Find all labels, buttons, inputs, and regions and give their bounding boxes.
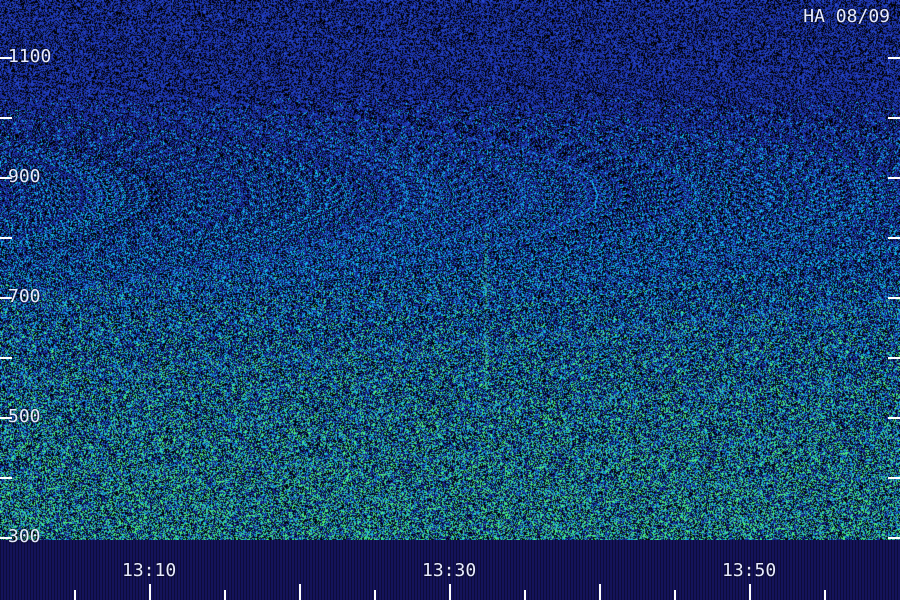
x-tick-label: 13:50 xyxy=(722,560,777,581)
x-tick xyxy=(599,584,601,600)
y-tick-label: 1100 xyxy=(8,46,52,67)
y-tick-right xyxy=(888,537,900,539)
x-tick xyxy=(374,590,376,600)
x-tick-label: 13:30 xyxy=(422,560,477,581)
y-tick-right xyxy=(888,117,900,119)
y-tick-right xyxy=(888,237,900,239)
y-tick-right xyxy=(888,57,900,59)
y-tick-label: 700 xyxy=(8,286,41,307)
y-tick-label: 500 xyxy=(8,406,41,427)
y-tick-right xyxy=(888,417,900,419)
y-tick-left xyxy=(0,357,12,359)
y-tick-right xyxy=(888,297,900,299)
y-tick-label: 900 xyxy=(8,166,41,187)
spectrogram-viewer: 1100 900 700 500 300 13:10 13:30 13:50 HA 08/0… xyxy=(0,0,900,600)
y-tick-right xyxy=(888,357,900,359)
x-tick xyxy=(524,590,526,600)
y-tick-left xyxy=(0,117,12,119)
y-tick-label: 300 xyxy=(8,526,41,547)
x-tick xyxy=(749,584,751,600)
x-tick xyxy=(674,590,676,600)
y-tick-right xyxy=(888,477,900,479)
x-tick xyxy=(824,590,826,600)
y-tick-left xyxy=(0,237,12,239)
x-tick xyxy=(224,590,226,600)
x-tick-label: 13:10 xyxy=(122,560,177,581)
spectrogram-plot xyxy=(0,0,900,540)
y-tick-left xyxy=(0,477,12,479)
x-tick xyxy=(299,584,301,600)
x-tick xyxy=(149,584,151,600)
x-tick xyxy=(449,584,451,600)
station-date-label: HA 08/09 xyxy=(803,6,890,27)
x-tick xyxy=(74,590,76,600)
y-tick-right xyxy=(888,177,900,179)
